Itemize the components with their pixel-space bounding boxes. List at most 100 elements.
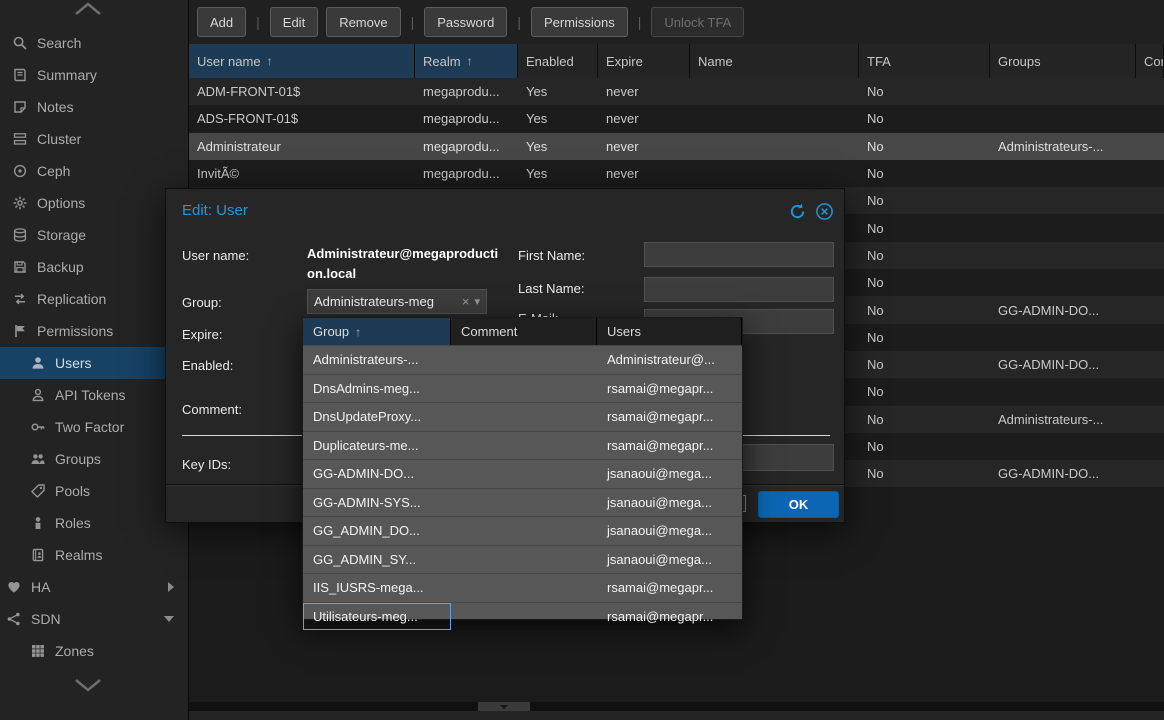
cell-groups [990, 105, 1136, 132]
reset-undo-icon[interactable] [788, 202, 807, 221]
remove-button[interactable]: Remove [326, 7, 400, 37]
search-icon [12, 35, 28, 51]
last-name-input[interactable] [644, 277, 834, 302]
ok-button[interactable]: OK [758, 491, 839, 518]
group-picker-header: Group↑ Comment Users [303, 318, 742, 345]
sidebar-item-notes[interactable]: Notes [0, 91, 188, 123]
table-row-adm-front-01[interactable]: ADM-FRONT-01$megaprodu...YesneverNo [189, 78, 1164, 105]
cell-name [690, 105, 859, 132]
scroll-up-icon[interactable] [72, 0, 104, 16]
toolbar-separator: | [638, 14, 642, 30]
group-option-gg-admin-sys[interactable]: GG-ADMIN-SYS...jsanaoui@mega... [303, 488, 742, 517]
picker-column-header-group[interactable]: Group↑ [303, 318, 451, 345]
sidebar-item-realms[interactable]: Realms [0, 539, 188, 571]
column-header-groups[interactable]: Groups [990, 44, 1136, 78]
sidebar-item-zones[interactable]: Zones [0, 635, 188, 667]
first-name-input[interactable] [644, 242, 834, 267]
sidebar-item-groups[interactable]: Groups [0, 443, 188, 475]
close-icon[interactable] [815, 202, 834, 221]
sidebar-item-ha[interactable]: HA [0, 571, 188, 603]
sidebar-item-label: Users [55, 355, 92, 371]
cell-comment [1136, 214, 1164, 241]
sidebar-item-permissions[interactable]: Permissions [0, 315, 188, 347]
column-header-tfa[interactable]: TFA [859, 44, 990, 78]
group-option-administrateurs[interactable]: Administrateurs-...Administrateur@... [303, 345, 742, 374]
table-row-administrateur[interactable]: Administrateurmegaprodu...YesneverNoAdmi… [189, 133, 1164, 160]
sidebar-item-users[interactable]: Users [0, 347, 188, 379]
edit-button[interactable]: Edit [270, 7, 318, 37]
expander-down-icon[interactable] [164, 616, 174, 622]
group-option-gg-admin-sy[interactable]: GG_ADMIN_SY...jsanaoui@mega... [303, 545, 742, 574]
group-option-duplicateurs-me[interactable]: Duplicateurs-me... rsamai@megapr... [303, 431, 742, 460]
column-header-label: Expire [606, 54, 643, 69]
column-header-enabled[interactable]: Enabled [518, 44, 598, 78]
cell-name [690, 78, 859, 105]
group-option-dnsupdateproxy[interactable]: DnsUpdateProxy...rsamai@megapr... [303, 402, 742, 431]
permissions-button[interactable]: Permissions [531, 7, 628, 37]
column-header-user-name[interactable]: User name↑ [189, 44, 415, 78]
sidebar-item-storage[interactable]: Storage [0, 219, 188, 251]
group-option-gg-admin-do[interactable]: GG_ADMIN_DO...jsanaoui@mega... [303, 516, 742, 545]
picker-column-header-users[interactable]: Users [597, 318, 742, 345]
sidebar-item-sdn[interactable]: SDN [0, 603, 188, 635]
cell-groups [990, 160, 1136, 187]
picker-column-header-comment[interactable]: Comment [451, 318, 597, 345]
sidebar-item-two-factor[interactable]: Two Factor [0, 411, 188, 443]
group-picker-dropdown: Group↑ Comment Users Administrateurs-...Ad… [302, 317, 743, 620]
group-combobox[interactable]: Administrateurs-meg × ▾ [307, 289, 487, 314]
cell-group: GG-ADMIN-DO... [303, 460, 451, 488]
cell-groups [990, 433, 1136, 460]
proxmox-app: SearchSummaryNotesCluster Ceph OptionsStor… [0, 0, 1164, 720]
clear-selection-icon[interactable]: × [457, 294, 475, 309]
cell-group: Duplicateurs-me... [303, 432, 451, 460]
cell-users: rsamai@megapr... [597, 432, 742, 460]
group-option-iis-iusrs-mega[interactable]: IIS_IUSRS-mega...rsamai@megapr... [303, 573, 742, 602]
toolbar-separator: | [517, 14, 521, 30]
cell-tfa: No [859, 187, 990, 214]
picker-column-label: Comment [461, 324, 517, 339]
add-button[interactable]: Add [197, 7, 246, 37]
scroll-down-icon[interactable] [72, 678, 104, 694]
sidebar: SearchSummaryNotesCluster Ceph OptionsStor… [0, 0, 188, 720]
cell-expire: never [598, 133, 690, 160]
cell-comment [1136, 133, 1164, 160]
sidebar-item-label: Backup [37, 259, 84, 275]
group-option-utilisateurs-meg[interactable]: Utilisateurs-meg...rsamai@megapr... [303, 602, 742, 631]
sidebar-item-replication[interactable]: Replication [0, 283, 188, 315]
cell-comment [1136, 296, 1164, 323]
sidebar-item-summary[interactable]: Summary [0, 59, 188, 91]
sidebar-item-cluster[interactable]: Cluster [0, 123, 188, 155]
picker-column-label: Users [607, 324, 641, 339]
cell-group: DnsAdmins-meg... [303, 375, 451, 403]
cell-enabled: Yes [518, 78, 598, 105]
sidebar-item-backup[interactable]: Backup [0, 251, 188, 283]
column-header-name[interactable]: Name [690, 44, 859, 78]
cell-group: DnsUpdateProxy... [303, 403, 451, 431]
cell-groups [990, 214, 1136, 241]
column-header-realm[interactable]: Realm↑ [415, 44, 518, 78]
column-header-comment[interactable]: Comment [1136, 44, 1164, 78]
bottom-splitter [189, 702, 1164, 711]
sidebar-item-pools[interactable]: Pools [0, 475, 188, 507]
sidebar-item-search[interactable]: Search [0, 27, 188, 59]
group-option-gg-admin-do[interactable]: GG-ADMIN-DO...jsanaoui@mega... [303, 459, 742, 488]
table-row-ads-front-01[interactable]: ADS-FRONT-01$megaprodu...YesneverNo [189, 105, 1164, 132]
table-row-invit[interactable]: InvitÃ©megaprodu...YesneverNo [189, 160, 1164, 187]
column-header-expire[interactable]: Expire [598, 44, 690, 78]
key-ids-label: Key IDs: [182, 457, 231, 472]
sidebar-item-label: Permissions [37, 323, 113, 339]
cell-comment [451, 574, 597, 602]
expander-right-icon[interactable] [168, 582, 174, 592]
sidebar-item-ceph[interactable]: Ceph [0, 155, 188, 187]
chevron-down-icon[interactable]: ▾ [474, 295, 486, 308]
sidebar-item-api-tokens[interactable]: API Tokens [0, 379, 188, 411]
users-icon [30, 355, 46, 371]
splitter-handle[interactable] [478, 702, 530, 711]
sidebar-item-label: Ceph [37, 163, 70, 179]
pools-icon [30, 483, 46, 499]
sidebar-item-roles[interactable]: Roles [0, 507, 188, 539]
sidebar-item-options[interactable]: Options [0, 187, 188, 219]
group-option-dnsadmins-meg[interactable]: DnsAdmins-meg...rsamai@megapr... [303, 374, 742, 403]
enabled-label: Enabled: [182, 358, 233, 373]
password-button[interactable]: Password [424, 7, 507, 37]
